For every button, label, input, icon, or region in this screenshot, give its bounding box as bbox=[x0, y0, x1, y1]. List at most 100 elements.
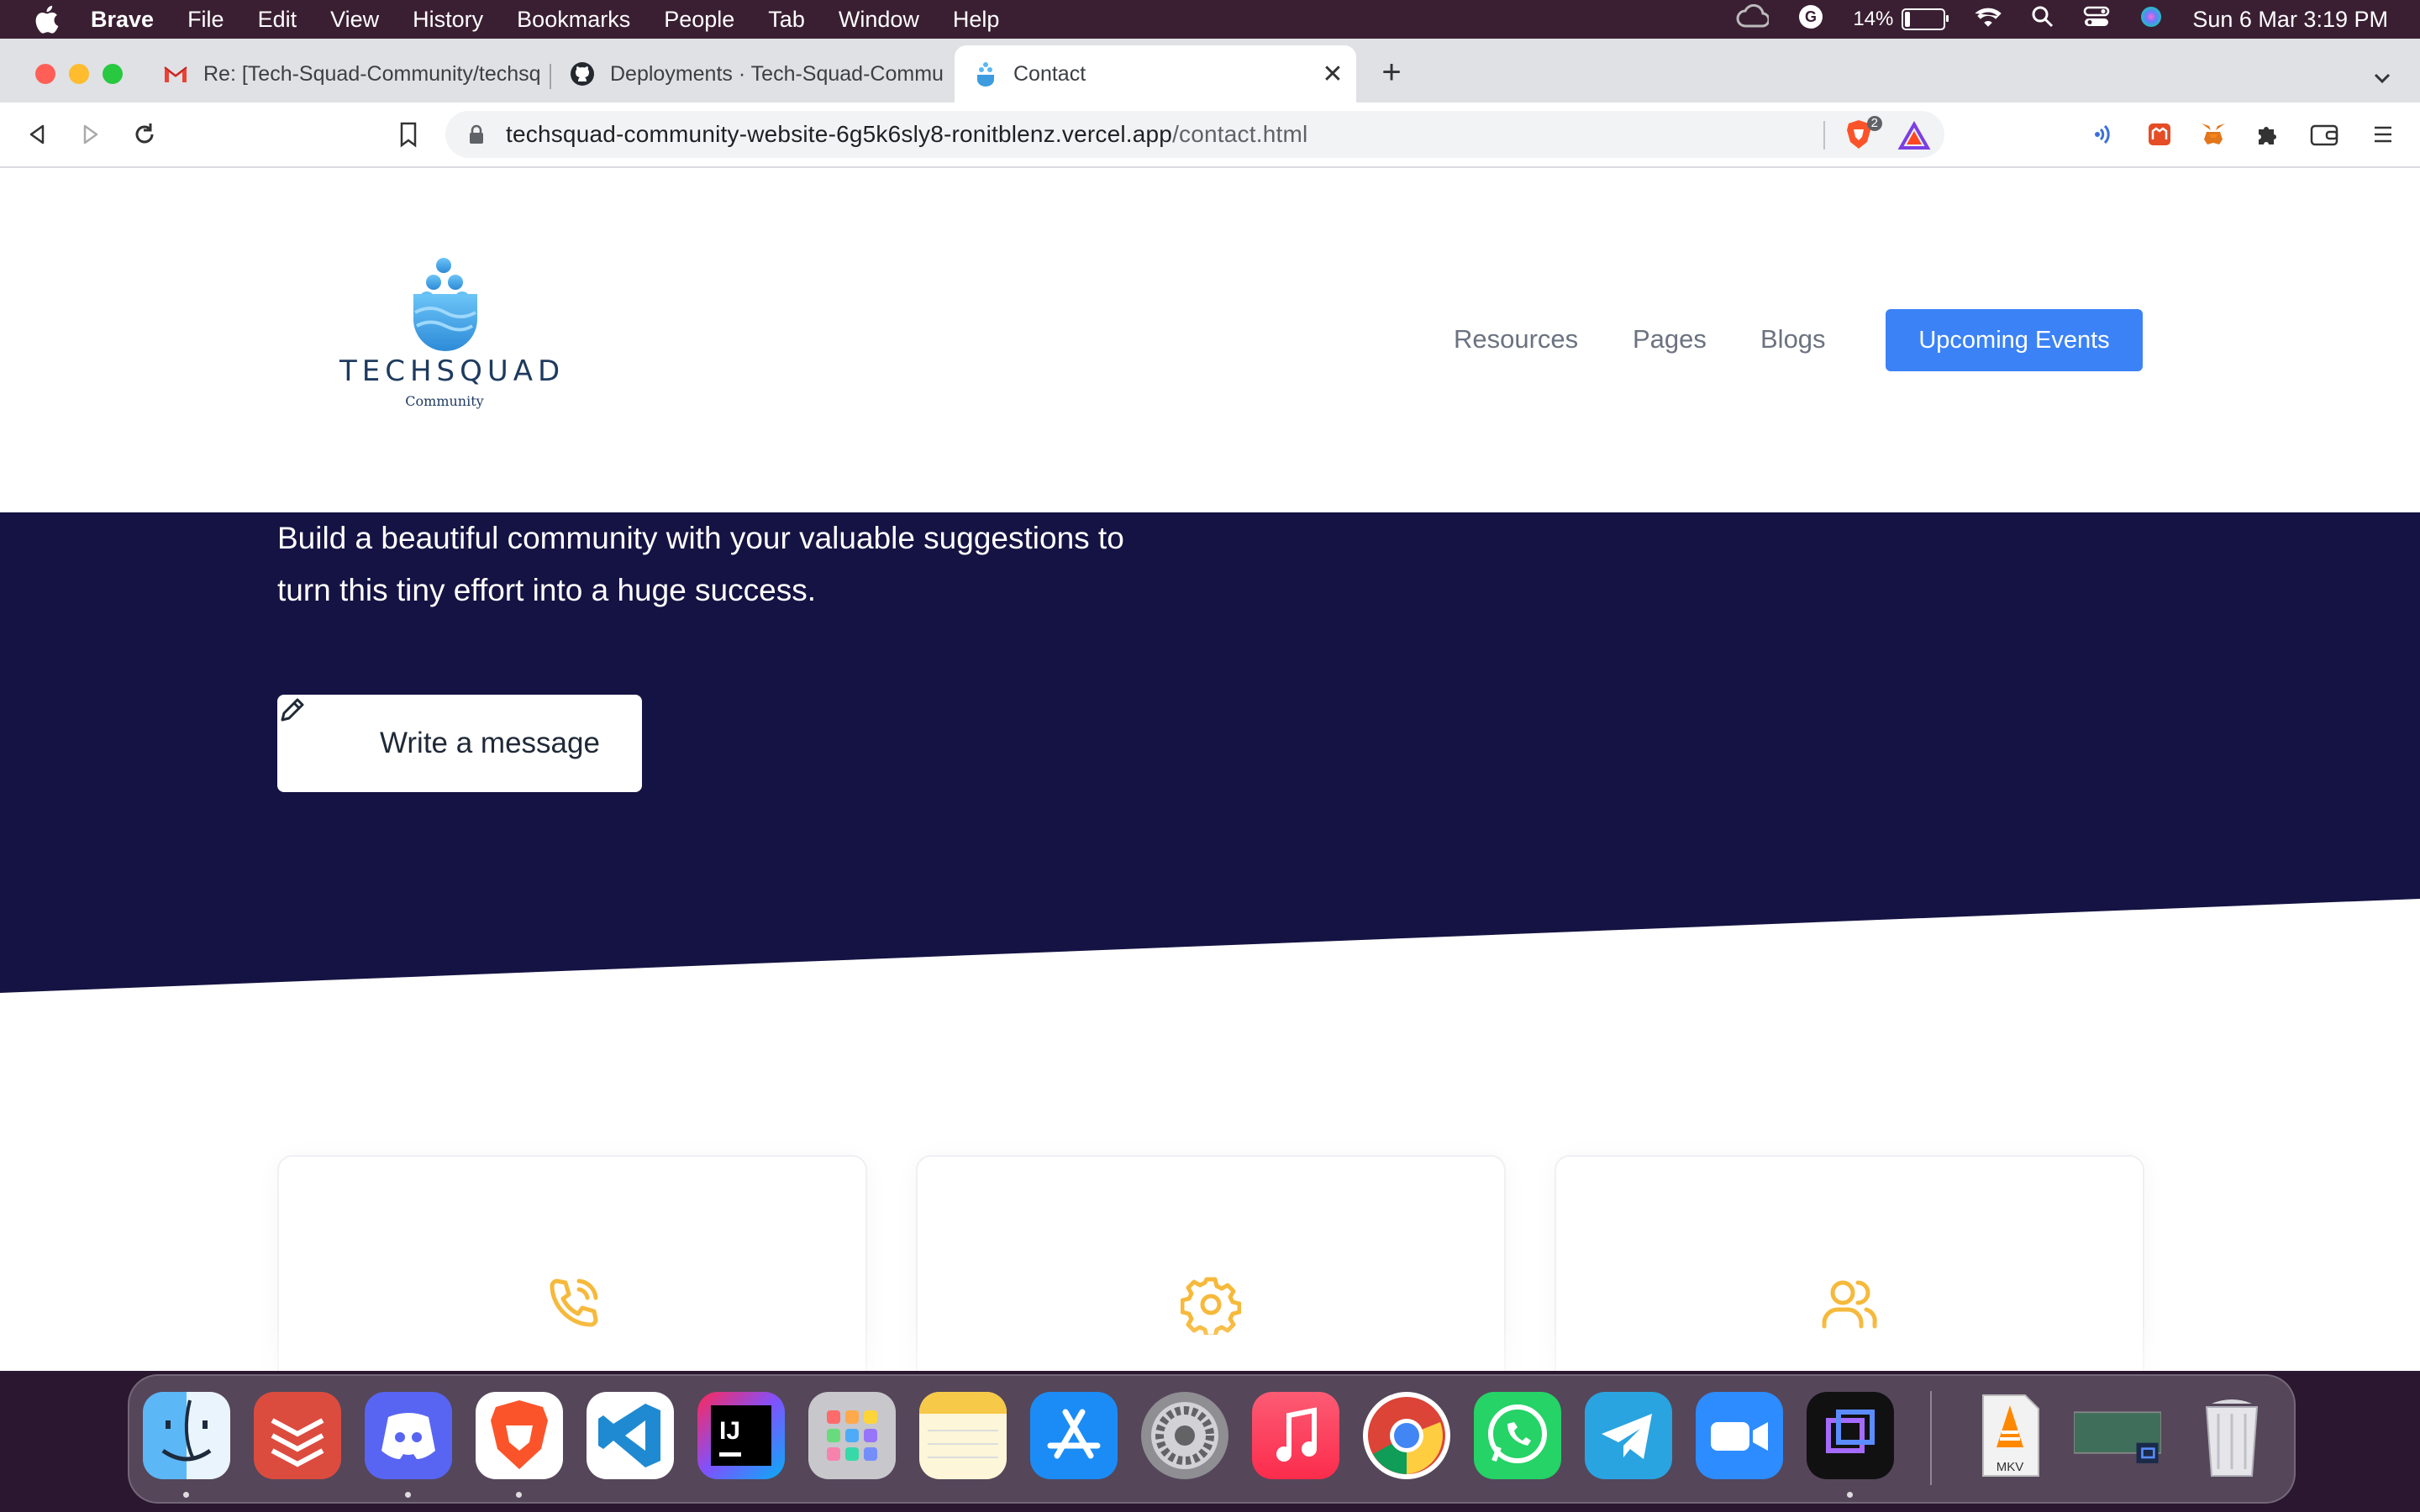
dock-running-indicator bbox=[405, 1492, 411, 1498]
siri-icon[interactable] bbox=[2139, 4, 2164, 35]
dock-notes-icon[interactable] bbox=[919, 1392, 1007, 1479]
tab-github[interactable]: Deployments · Tech-Squad-Commu bbox=[551, 45, 953, 102]
page-bottom-fade bbox=[0, 1320, 2420, 1371]
site-logo[interactable]: TECHSQUAD Community bbox=[339, 254, 560, 438]
lock-icon[interactable] bbox=[466, 123, 487, 145]
site-header: TECHSQUAD Community Resources Pages Blog… bbox=[0, 168, 2420, 512]
brave-talk-icon[interactable] bbox=[2091, 119, 2121, 150]
control-center-icon[interactable] bbox=[2083, 5, 2110, 34]
dock-intellij-icon[interactable]: IJ bbox=[697, 1392, 785, 1479]
tab-title: Contact bbox=[1013, 61, 1086, 86]
menu-edit[interactable]: Edit bbox=[258, 7, 297, 33]
tab-title: Re: [Tech-Squad-Community/techsq bbox=[203, 61, 539, 86]
battery-icon bbox=[1902, 8, 1949, 30]
gmail-icon bbox=[163, 61, 188, 87]
dock-zoom-icon[interactable] bbox=[1696, 1392, 1783, 1479]
write-message-label: Write a message bbox=[380, 727, 600, 759]
back-button[interactable] bbox=[22, 119, 52, 150]
extensions-puzzle-icon[interactable] bbox=[2252, 119, 2282, 150]
menu-bar: Brave File Edit View History Bookmarks P… bbox=[0, 0, 2420, 39]
dock-vscode-icon[interactable] bbox=[587, 1392, 674, 1479]
dock-discord-icon[interactable] bbox=[365, 1392, 452, 1479]
hero-subtitle-line: turn this tiny effort into a huge succes… bbox=[277, 573, 816, 607]
dock-separator bbox=[1930, 1391, 1932, 1485]
clock[interactable]: Sun 6 Mar 3:19 PM bbox=[2192, 7, 2388, 33]
minimize-window-button[interactable] bbox=[69, 64, 89, 84]
dock-telegram-icon[interactable] bbox=[1585, 1392, 1672, 1479]
menu-people[interactable]: People bbox=[664, 7, 734, 33]
close-tab-icon[interactable]: ✕ bbox=[1318, 60, 1348, 89]
svg-text:G: G bbox=[1805, 8, 1817, 25]
github-icon bbox=[570, 61, 595, 87]
bookmark-icon[interactable] bbox=[393, 119, 424, 150]
dock-screen-recorder-icon[interactable] bbox=[1807, 1392, 1894, 1479]
dock-music-icon[interactable] bbox=[1252, 1392, 1339, 1479]
nav-blogs[interactable]: Blogs bbox=[1760, 324, 1826, 354]
menu-tab[interactable]: Tab bbox=[768, 7, 805, 33]
dock-app-store-icon[interactable] bbox=[1030, 1392, 1118, 1479]
dock-todoist-icon[interactable] bbox=[254, 1392, 341, 1479]
spotlight-search-icon[interactable] bbox=[2031, 5, 2054, 34]
dock-running-indicator bbox=[516, 1492, 522, 1498]
address-divider bbox=[1823, 121, 1825, 150]
tab-search-chevron-icon[interactable] bbox=[2370, 66, 2395, 91]
brave-rewards-icon[interactable] bbox=[1897, 119, 1931, 153]
nav-pages[interactable]: Pages bbox=[1633, 324, 1707, 354]
wifi-icon[interactable] bbox=[1974, 6, 2002, 34]
brave-shields-icon[interactable]: 2 bbox=[1842, 116, 1882, 151]
mkv-label: MKV bbox=[1996, 1460, 2024, 1474]
pencil-icon bbox=[281, 698, 355, 759]
menu-bookmarks[interactable]: Bookmarks bbox=[517, 7, 630, 33]
dock-finder-icon[interactable] bbox=[143, 1392, 230, 1479]
url-path: /contact.html bbox=[1172, 121, 1308, 147]
zoom-window-button[interactable] bbox=[103, 64, 123, 84]
logo-subtitle: Community bbox=[405, 393, 484, 409]
menu-help[interactable]: Help bbox=[953, 7, 1000, 33]
url-text: techsquad-community-website-6g5k6sly8-ro… bbox=[506, 121, 1307, 148]
url-host: techsquad-community-website-6g5k6sly8-ro… bbox=[506, 121, 1173, 147]
new-tab-button[interactable]: + bbox=[1375, 55, 1408, 89]
menu-file[interactable]: File bbox=[187, 7, 224, 33]
dock-trash-icon[interactable] bbox=[2188, 1392, 2275, 1479]
browser-toolbar: techsquad-community-website-6g5k6sly8-ro… bbox=[0, 102, 2420, 168]
nav-resources[interactable]: Resources bbox=[1454, 324, 1578, 354]
menu-window[interactable]: Window bbox=[839, 7, 919, 33]
techsquad-favicon bbox=[973, 61, 998, 87]
wallet-icon[interactable] bbox=[2309, 119, 2339, 150]
tab-contact[interactable]: Contact ✕ bbox=[955, 45, 1356, 102]
battery-percent: 14% bbox=[1853, 8, 1894, 30]
dock-brave-icon[interactable] bbox=[476, 1392, 563, 1479]
dock-whatsapp-icon[interactable] bbox=[1474, 1392, 1561, 1479]
apple-icon[interactable] bbox=[34, 5, 59, 34]
shields-count-badge: 2 bbox=[1866, 116, 1882, 131]
menu-history[interactable]: History bbox=[413, 7, 483, 33]
hero-subtitle-line: Build a beautiful community with your va… bbox=[277, 521, 1124, 555]
creative-cloud-icon[interactable] bbox=[1735, 3, 1770, 35]
battery-status[interactable]: 14% bbox=[1853, 8, 1949, 31]
write-message-button[interactable]: Write a message bbox=[277, 695, 642, 792]
svg-text:IJ: IJ bbox=[719, 1417, 740, 1445]
tab-gmail[interactable]: Re: [Tech-Squad-Community/techsq bbox=[145, 45, 548, 102]
menu-hamburger-icon[interactable] bbox=[2368, 119, 2398, 150]
reload-button[interactable] bbox=[129, 119, 160, 150]
metamask-icon[interactable] bbox=[2198, 119, 2228, 150]
dock-mkv-file-icon[interactable]: MKV bbox=[1966, 1392, 2054, 1479]
dock-running-indicator bbox=[1847, 1492, 1853, 1498]
dock-launchpad-icon[interactable] bbox=[808, 1392, 896, 1479]
menu-view[interactable]: View bbox=[330, 7, 379, 33]
dock-chrome-icon[interactable] bbox=[1363, 1392, 1450, 1479]
tab-bar: Re: [Tech-Squad-Community/techsq Deploym… bbox=[0, 39, 2420, 102]
hero-section: Build a beautiful community with your va… bbox=[0, 512, 2420, 1016]
upcoming-events-button[interactable]: Upcoming Events bbox=[1886, 309, 2143, 371]
menu-app-name[interactable]: Brave bbox=[91, 7, 154, 33]
dock-system-preferences-icon[interactable] bbox=[1141, 1392, 1228, 1479]
extension-icon[interactable] bbox=[2144, 119, 2175, 150]
dock-running-indicator bbox=[183, 1492, 189, 1498]
grammarly-icon[interactable]: G bbox=[1797, 3, 1824, 36]
close-window-button[interactable] bbox=[35, 64, 55, 84]
web-page: Build a beautiful community with your va… bbox=[0, 168, 2420, 1371]
address-bar[interactable]: techsquad-community-website-6g5k6sly8-ro… bbox=[445, 111, 1944, 158]
dock-preview-thumbnail-icon[interactable] bbox=[2074, 1392, 2161, 1479]
forward-button[interactable] bbox=[76, 119, 106, 150]
water-drops-logo-icon bbox=[413, 258, 477, 351]
